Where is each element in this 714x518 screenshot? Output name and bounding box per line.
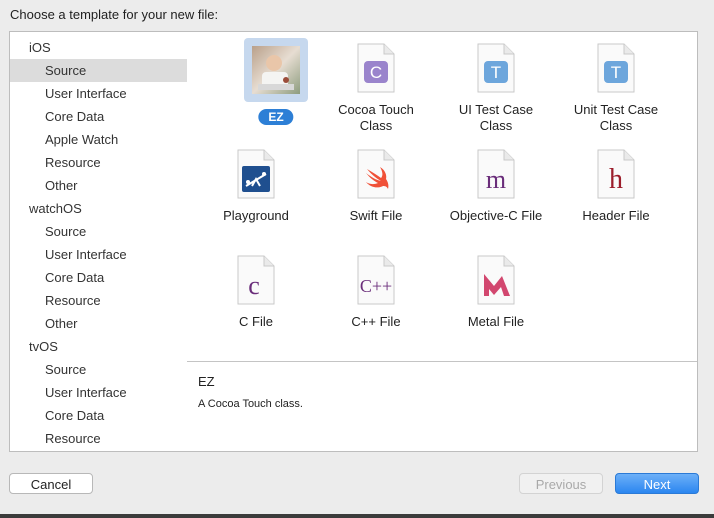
template-label-playground: Playground [223,208,289,223]
svg-text:T: T [611,63,621,82]
previous-button[interactable]: Previous [519,473,603,494]
cpp-file-icon: C++ [357,255,395,305]
sidebar-item-tvos-core-data[interactable]: Core Data [10,404,187,427]
next-button[interactable]: Next [615,473,699,494]
description-text: A Cocoa Touch class. [198,398,303,410]
template-label-objective-c-file: Objective-C File [449,208,543,223]
svg-text:m: m [486,165,506,194]
ez-template-thumbnail [244,38,308,102]
photo-thumbnail-icon [252,46,300,94]
svg-text:T: T [491,63,501,82]
template-label-swift-file: Swift File [349,208,403,223]
ui-test-case-class-icon: T [477,43,515,93]
sidebar-item-watchos-core-data[interactable]: Core Data [10,266,187,289]
sidebar-item-ios-apple-watch[interactable]: Apple Watch [10,128,187,151]
cancel-button[interactable]: Cancel [9,473,93,494]
sidebar-item-ios-source[interactable]: Source [10,59,187,82]
sidebar-item-watchos-other[interactable]: Other [10,312,187,335]
sidebar-item-ios-resource[interactable]: Resource [10,151,187,174]
unit-test-case-class-icon: T [597,43,635,93]
sidebar-item-watchos-resource[interactable]: Resource [10,289,187,312]
template-label-cpp-file: C++ File [351,314,401,329]
template-label-c-file: C File [239,314,273,329]
sidebar-item-ios-other[interactable]: Other [10,174,187,197]
c-file-icon: c [237,255,275,305]
metal-file-icon [477,255,515,305]
dialog-heading: Choose a template for your new file: [10,7,219,22]
sidebar-item-ios-user-interface[interactable]: User Interface [10,82,187,105]
template-grid: EZ C Cocoa Touch Class T UI Test Case Cl… [187,32,697,362]
template-chooser: iOS Source User Interface Core Data Appl… [9,31,698,452]
sidebar-platform-ios[interactable]: iOS [10,36,187,59]
svg-text:C++: C++ [360,276,392,296]
template-label-ez: EZ [258,109,294,125]
sidebar-item-tvos-resource[interactable]: Resource [10,427,187,450]
window-bottom-edge [0,514,714,518]
template-description-panel: EZ A Cocoa Touch class. [187,362,697,451]
playground-icon [237,149,275,199]
sidebar-platform-watchos[interactable]: watchOS [10,197,187,220]
svg-text:C: C [370,63,382,82]
sidebar-platform-tvos[interactable]: tvOS [10,335,187,358]
swift-file-icon [357,149,395,199]
template-label-unit-test-case-class: Unit Test Case Class [573,102,659,133]
svg-text:h: h [609,164,623,195]
template-label-header-file: Header File [582,208,650,223]
sidebar-item-watchos-user-interface[interactable]: User Interface [10,243,187,266]
objective-c-file-icon: m [477,149,515,199]
description-title: EZ [198,374,215,389]
svg-text:c: c [248,271,260,300]
template-label-ui-test-case-class: UI Test Case Class [458,102,534,133]
platform-sidebar[interactable]: iOS Source User Interface Core Data Appl… [10,32,188,451]
template-label-cocoa-touch-class: Cocoa Touch Class [338,102,414,133]
cocoa-touch-class-icon: C [357,43,395,93]
sidebar-item-watchos-source[interactable]: Source [10,220,187,243]
sidebar-item-ios-core-data[interactable]: Core Data [10,105,187,128]
sidebar-item-tvos-user-interface[interactable]: User Interface [10,381,187,404]
template-label-metal-file: Metal File [467,314,525,329]
sidebar-item-tvos-source[interactable]: Source [10,358,187,381]
header-file-icon: h [597,149,635,199]
